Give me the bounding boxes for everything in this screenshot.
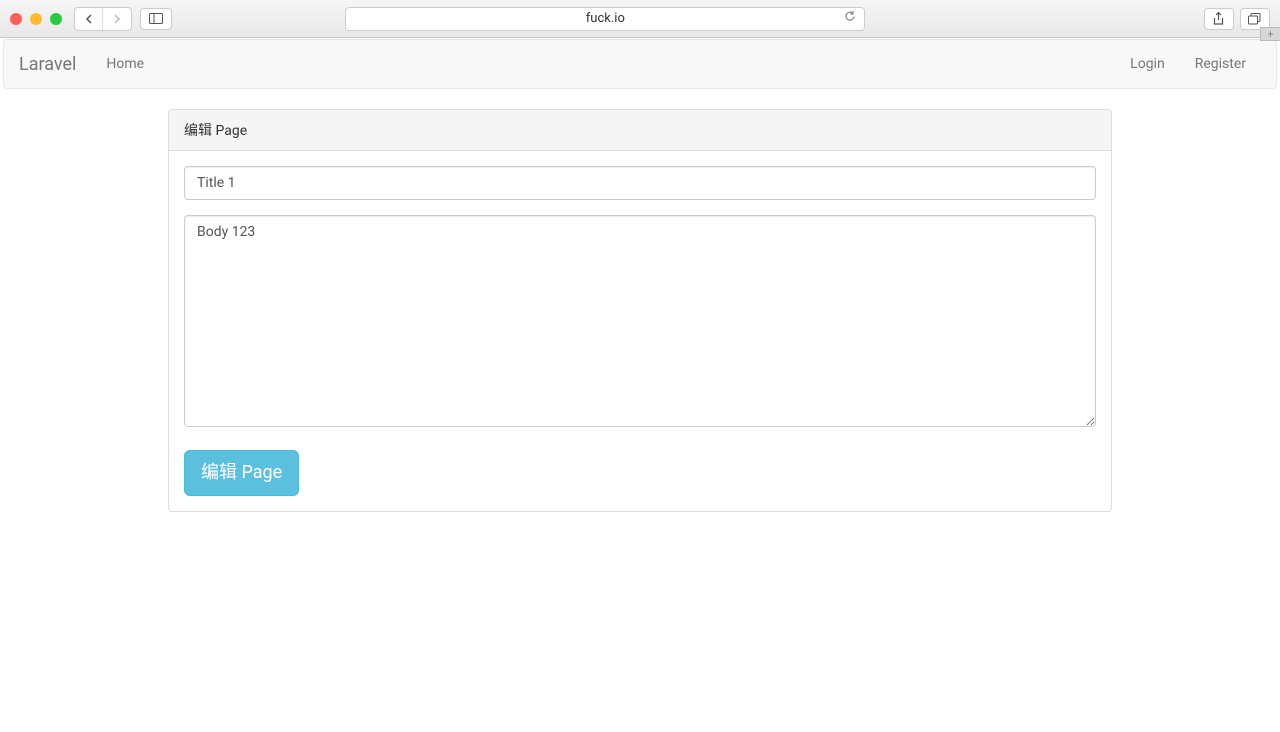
forward-button[interactable] xyxy=(103,8,131,30)
submit-button[interactable]: 编辑 Page xyxy=(184,450,299,496)
show-sidebar-button[interactable] xyxy=(140,8,172,30)
reload-icon[interactable] xyxy=(844,10,856,27)
title-input[interactable] xyxy=(184,166,1096,200)
new-tab-button[interactable]: + xyxy=(1260,27,1280,41)
url-text: fuck.io xyxy=(586,11,625,26)
window-controls xyxy=(10,13,62,25)
maximize-window-button[interactable] xyxy=(50,13,62,25)
navbar-brand[interactable]: Laravel xyxy=(19,54,91,75)
nav-home-link[interactable]: Home xyxy=(91,41,159,87)
browser-chrome: fuck.io + xyxy=(0,0,1280,38)
nav-login-link[interactable]: Login xyxy=(1115,41,1180,87)
back-button[interactable] xyxy=(75,8,103,30)
edit-page-panel: 编辑 Page 编辑 Page xyxy=(168,109,1112,512)
body-textarea[interactable] xyxy=(184,215,1096,427)
close-window-button[interactable] xyxy=(10,13,22,25)
panel-heading: 编辑 Page xyxy=(169,110,1111,151)
share-button[interactable] xyxy=(1204,8,1234,30)
minimize-window-button[interactable] xyxy=(30,13,42,25)
nav-register-link[interactable]: Register xyxy=(1180,41,1261,87)
url-bar[interactable]: fuck.io xyxy=(345,7,865,31)
nav-buttons-group xyxy=(74,7,132,31)
main-navbar: Laravel Home Login Register xyxy=(3,39,1277,89)
panel-body: 编辑 Page xyxy=(169,151,1111,511)
